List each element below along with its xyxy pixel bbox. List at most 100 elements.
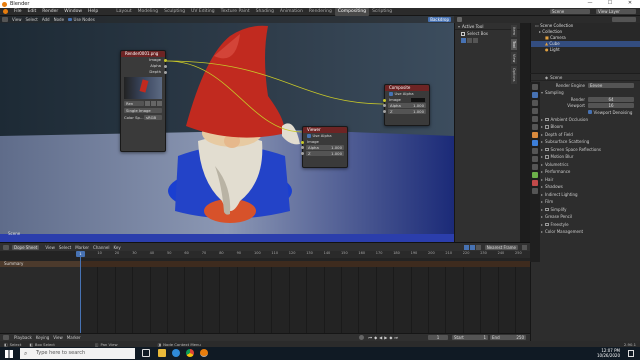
dope-sheet-mode-dropdown[interactable]: Dope Sheet xyxy=(12,244,40,250)
menu-node[interactable]: Node xyxy=(52,17,66,22)
show-hidden-icon[interactable] xyxy=(469,244,475,250)
socket-depth-icon[interactable] xyxy=(164,70,167,74)
socket-z-icon[interactable] xyxy=(383,110,386,113)
play-reverse-icon[interactable]: ◀ xyxy=(379,335,382,340)
view-layer-tab-icon[interactable] xyxy=(532,108,538,114)
checkbox-icon[interactable] xyxy=(545,222,549,227)
end-frame-field[interactable]: End 250 xyxy=(490,335,526,340)
render-tab-icon[interactable] xyxy=(532,92,538,98)
checkbox-icon[interactable] xyxy=(545,155,549,159)
taskbar-clock[interactable]: 12:07 PM 10/26/2020 xyxy=(597,348,620,358)
checkbox-icon[interactable] xyxy=(545,117,549,122)
tab-texture-paint[interactable]: Texture Paint xyxy=(218,8,253,16)
section-simplify[interactable]: Simplify xyxy=(531,206,640,214)
minimize-button[interactable]: — xyxy=(580,0,600,8)
current-frame-field[interactable]: 1 xyxy=(428,335,448,340)
editor-type-icon[interactable] xyxy=(3,335,9,340)
section-performance[interactable]: Performance xyxy=(531,168,640,176)
section-shadows[interactable]: Shadows xyxy=(531,183,640,191)
tab-modeling[interactable]: Modeling xyxy=(135,8,161,16)
outliner-row-light[interactable]: ● Light xyxy=(531,47,640,53)
tab-animation[interactable]: Animation xyxy=(277,8,306,16)
viewport-denoising-toggle[interactable]: Viewport Denoising xyxy=(531,109,640,116)
chrome-icon[interactable] xyxy=(186,349,194,357)
menu-view[interactable]: View xyxy=(43,245,57,250)
only-show-selected-icon[interactable] xyxy=(463,244,469,250)
image-name-field[interactable]: Ren xyxy=(124,101,144,106)
checkbox-icon[interactable] xyxy=(545,207,549,212)
select-mode-new-icon[interactable] xyxy=(461,38,466,43)
tab-compositing[interactable]: Compositing xyxy=(334,7,370,16)
menu-view[interactable]: View xyxy=(10,17,24,22)
section-bloom[interactable]: Bloom xyxy=(531,123,640,131)
select-mode-subtract-icon[interactable] xyxy=(473,38,478,43)
play-icon[interactable]: ▶ xyxy=(384,335,387,340)
menu-key[interactable]: Key xyxy=(111,245,122,250)
render-engine-dropdown[interactable]: Eevee xyxy=(588,82,634,88)
image-node[interactable]: Render0001.png Image Alpha Depth Ren Sin… xyxy=(120,50,167,152)
menu-render[interactable]: Render xyxy=(39,9,61,14)
use-nodes-toggle[interactable]: Use Nodes xyxy=(66,17,97,22)
taskbar-search-input[interactable]: ⌕ Type here to search xyxy=(20,348,135,359)
select-mode-extend-icon[interactable] xyxy=(467,38,472,43)
record-icon[interactable] xyxy=(359,335,365,340)
section-subsurface-scattering[interactable]: Subsurface Scattering xyxy=(531,138,640,146)
menu-marker[interactable]: Marker xyxy=(73,245,91,250)
menu-window[interactable]: Window xyxy=(61,9,85,14)
data-tab-icon[interactable] xyxy=(532,172,538,178)
composite-z-field[interactable]: Z 1.000 xyxy=(383,109,426,114)
viewer-z-field[interactable]: Z 1.000 xyxy=(301,151,344,156)
tab-item[interactable]: Item xyxy=(511,25,517,37)
fake-user-icon[interactable] xyxy=(145,101,150,106)
menu-help[interactable]: Help xyxy=(85,9,101,14)
menu-keying[interactable]: Keying xyxy=(34,335,51,340)
section-volumetrics[interactable]: Volumetrics xyxy=(531,161,640,169)
compositor-backdrop[interactable]: Scene xyxy=(0,16,454,242)
tab-layout[interactable]: Layout xyxy=(113,8,134,16)
composite-alpha-field[interactable]: Alpha 1.000 xyxy=(383,103,426,108)
windows-start-icon[interactable] xyxy=(5,350,13,358)
tab-rendering[interactable]: Rendering xyxy=(306,8,335,16)
section-color-management[interactable]: Color Management xyxy=(531,228,640,236)
menu-file[interactable]: File xyxy=(11,9,25,14)
socket-z-icon[interactable] xyxy=(301,152,304,155)
color-space-dropdown[interactable]: sRGB xyxy=(144,115,162,120)
menu-marker[interactable]: Marker xyxy=(65,335,83,340)
scene-tab-icon[interactable] xyxy=(532,116,538,122)
section-hair[interactable]: Hair xyxy=(531,176,640,184)
tab-view[interactable]: View xyxy=(511,51,517,65)
checkbox-icon[interactable] xyxy=(545,147,549,152)
section-ambient-occlusion[interactable]: Ambient Occlusion xyxy=(531,116,640,124)
editor-type-icon[interactable] xyxy=(2,17,8,22)
notification-icon[interactable] xyxy=(628,350,634,357)
section-indirect-lighting[interactable]: Indirect Lighting xyxy=(531,191,640,199)
texture-tab-icon[interactable] xyxy=(532,188,538,194)
viewer-alpha-field[interactable]: Alpha 1.000 xyxy=(301,145,344,150)
section-depth-of-field[interactable]: Depth of Field xyxy=(531,131,640,139)
filter-icon[interactable] xyxy=(475,244,481,250)
menu-channel[interactable]: Channel xyxy=(91,245,111,250)
socket-image-icon[interactable] xyxy=(383,98,386,102)
start-frame-field[interactable]: Start 1 xyxy=(452,335,488,340)
section-grease-pencil[interactable]: Grease Pencil xyxy=(531,213,640,221)
checkbox-icon[interactable] xyxy=(545,125,549,129)
tab-tool[interactable]: Tool xyxy=(511,38,517,50)
menu-select[interactable]: Select xyxy=(57,245,73,250)
source-dropdown[interactable]: Single Image xyxy=(124,108,162,113)
outliner-filter[interactable] xyxy=(612,17,636,22)
socket-image-icon[interactable] xyxy=(164,58,167,62)
playhead-line[interactable] xyxy=(80,251,81,334)
frame-ruler[interactable]: 0102030405060708090100110120130140150160… xyxy=(80,251,530,258)
proportional-edit-icon[interactable] xyxy=(522,244,527,250)
tab-options[interactable]: Options xyxy=(511,66,517,84)
composite-node[interactable]: Composite Use Alpha Image Alpha 1.000 Z 1.… xyxy=(383,84,430,126)
tool-tab-icon[interactable] xyxy=(532,84,538,90)
socket-alpha-icon[interactable] xyxy=(301,146,304,149)
output-tab-icon[interactable] xyxy=(532,100,538,106)
tab-scripting[interactable]: Scripting xyxy=(369,8,395,16)
object-tab-icon[interactable] xyxy=(532,132,538,138)
tab-sculpting[interactable]: Sculpting xyxy=(161,8,188,16)
editor-type-icon[interactable] xyxy=(3,244,9,250)
constraints-tab-icon[interactable] xyxy=(532,164,538,170)
jump-start-icon[interactable]: ⏮ xyxy=(368,335,372,340)
